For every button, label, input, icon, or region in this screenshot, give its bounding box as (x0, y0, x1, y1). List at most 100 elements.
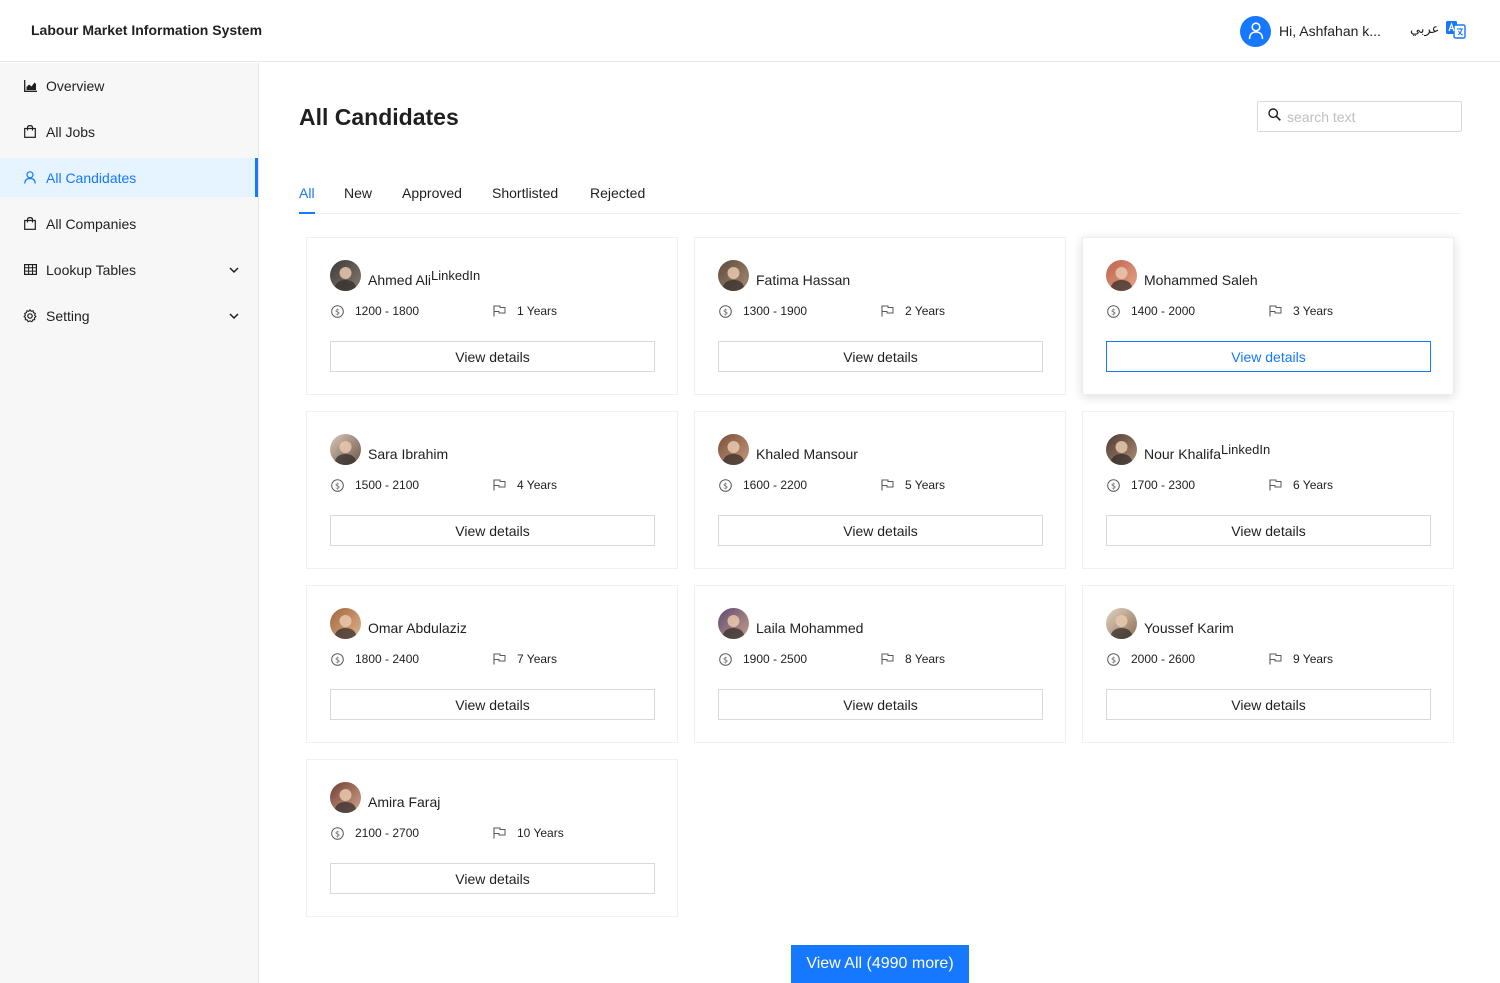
candidate-experience: 10 Years (492, 826, 564, 840)
experience-years: 10 Years (517, 826, 564, 840)
flag-icon (492, 826, 506, 840)
linkedin-link[interactable]: LinkedIn (431, 268, 480, 283)
sidebar-item-all-candidates[interactable]: All Candidates (0, 158, 258, 197)
view-details-button[interactable]: View details (1106, 341, 1431, 372)
candidate-name[interactable]: Khaled Mansour (756, 442, 858, 462)
flag-icon (880, 478, 894, 492)
sidebar-item-all-companies[interactable]: All Companies (0, 204, 258, 243)
search-box[interactable] (1257, 101, 1462, 132)
language-switch[interactable]: عربي (1410, 21, 1439, 37)
candidate-name[interactable]: Sara Ibrahim (368, 442, 448, 462)
candidate-card: Omar Abdulaziz $ 1800 - 2400 7 Years Vie… (306, 585, 678, 743)
candidate-name-text: Youssef Karim (1144, 620, 1234, 636)
view-details-button[interactable]: View details (718, 341, 1043, 372)
experience-years: 6 Years (1293, 478, 1334, 492)
candidate-card: Nour KhalifaLinkedIn $ 1700 - 2300 6 Yea… (1082, 411, 1454, 569)
linkedin-link[interactable]: LinkedIn (1221, 442, 1270, 457)
candidate-name-text: Nour Khalifa (1144, 446, 1222, 462)
view-details-button[interactable]: View details (330, 863, 655, 894)
sidebar-item-label: All Jobs (46, 123, 96, 140)
svg-text:$: $ (334, 829, 339, 838)
sidebar-item-lookup-tables[interactable]: Lookup Tables (0, 250, 258, 289)
flag-icon (492, 478, 506, 492)
sidebar: Overview All Jobs All Candidates All Com… (0, 63, 259, 983)
view-details-button[interactable]: View details (330, 341, 655, 372)
candidate-experience: 9 Years (1268, 652, 1333, 666)
salary-range: 1800 - 2400 (355, 652, 420, 666)
candidate-name[interactable]: Laila Mohammed (756, 616, 863, 636)
sidebar-item-overview[interactable]: Overview (0, 66, 258, 105)
flag-icon (492, 652, 506, 666)
candidate-name[interactable]: Fatima Hassan (756, 268, 850, 288)
dollar-circle-icon: $ (330, 652, 344, 666)
view-details-button[interactable]: View details (718, 515, 1043, 546)
candidate-name[interactable]: Omar Abdulaziz (368, 616, 467, 636)
candidate-card: Youssef Karim $ 2000 - 2600 9 Years View… (1082, 585, 1454, 743)
chevron-down-icon (228, 263, 240, 275)
candidate-avatar (718, 608, 749, 639)
svg-text:$: $ (722, 655, 727, 664)
search-icon (1268, 107, 1281, 126)
candidate-name-text: Omar Abdulaziz (368, 620, 467, 636)
candidate-name-text: Sara Ibrahim (368, 446, 449, 462)
candidate-salary: $ 2000 - 2600 (1106, 652, 1195, 666)
salary-range: 1400 - 2000 (1131, 304, 1196, 318)
dollar-circle-icon: $ (330, 304, 344, 318)
user-icon (22, 170, 38, 186)
candidate-name[interactable]: Nour KhalifaLinkedIn (1144, 442, 1270, 462)
tab-shortlisted[interactable]: Shortlisted (492, 185, 558, 201)
search-input[interactable] (1287, 108, 1447, 125)
svg-text:$: $ (722, 307, 727, 316)
svg-text:$: $ (334, 481, 339, 490)
view-details-button[interactable]: View details (1106, 515, 1431, 546)
tab-new[interactable]: New (344, 185, 372, 201)
candidate-salary: $ 1700 - 2300 (1106, 478, 1195, 492)
dollar-circle-icon: $ (1106, 652, 1120, 666)
shopping-bag-icon (22, 124, 38, 140)
view-details-button[interactable]: View details (718, 689, 1043, 720)
view-details-button[interactable]: View details (1106, 689, 1431, 720)
flag-icon (492, 304, 506, 318)
candidate-salary: $ 1600 - 2200 (718, 478, 807, 492)
user-menu[interactable]: Hi, Ashfahan k... (1240, 15, 1381, 47)
svg-text:$: $ (334, 307, 339, 316)
user-greeting: Hi, Ashfahan k... (1279, 23, 1381, 39)
flag-icon (1268, 652, 1282, 666)
salary-range: 1900 - 2500 (743, 652, 808, 666)
sidebar-item-label: Overview (46, 77, 105, 94)
translate-icon[interactable] (1446, 21, 1466, 39)
sidebar-item-all-jobs[interactable]: All Jobs (0, 112, 258, 151)
candidate-name-text: Amira Faraj (368, 794, 441, 810)
flag-icon (880, 304, 894, 318)
experience-years: 2 Years (905, 304, 946, 318)
sidebar-item-setting[interactable]: Setting (0, 296, 258, 335)
candidate-card: Amira Faraj $ 2100 - 2700 10 Years View … (306, 759, 678, 917)
candidate-name[interactable]: Youssef Karim (1144, 616, 1234, 636)
sidebar-item-label: All Companies (46, 215, 137, 232)
view-all-button[interactable]: View All (4990 more) (791, 945, 969, 983)
svg-text:$: $ (1110, 655, 1115, 664)
view-details-button[interactable]: View details (330, 515, 655, 546)
tab-all[interactable]: All (299, 185, 315, 201)
dollar-circle-icon: $ (330, 826, 344, 840)
sidebar-item-label: Lookup Tables (46, 261, 137, 278)
candidate-name[interactable]: Mohammed Saleh (1144, 268, 1258, 288)
salary-range: 1200 - 1800 (355, 304, 420, 318)
candidate-name-text: Khaled Mansour (756, 446, 858, 462)
table-icon (22, 262, 38, 278)
candidate-avatar (330, 260, 361, 291)
candidate-avatar (718, 260, 749, 291)
candidate-card: Laila Mohammed $ 1900 - 2500 8 Years Vie… (694, 585, 1066, 743)
view-details-button[interactable]: View details (330, 689, 655, 720)
sidebar-item-label: Setting (46, 307, 90, 324)
experience-years: 5 Years (905, 478, 946, 492)
top-header: Labour Market Information System Hi, Ash… (0, 0, 1500, 62)
shopping-bag-icon (22, 216, 38, 232)
salary-range: 2000 - 2600 (1131, 652, 1196, 666)
candidate-name[interactable]: Amira Faraj (368, 790, 440, 810)
tab-rejected[interactable]: Rejected (590, 185, 645, 201)
tab-approved[interactable]: Approved (402, 185, 462, 201)
user-avatar-icon (1240, 15, 1271, 47)
candidate-name[interactable]: Ahmed AliLinkedIn (368, 268, 480, 288)
experience-years: 9 Years (1293, 652, 1334, 666)
